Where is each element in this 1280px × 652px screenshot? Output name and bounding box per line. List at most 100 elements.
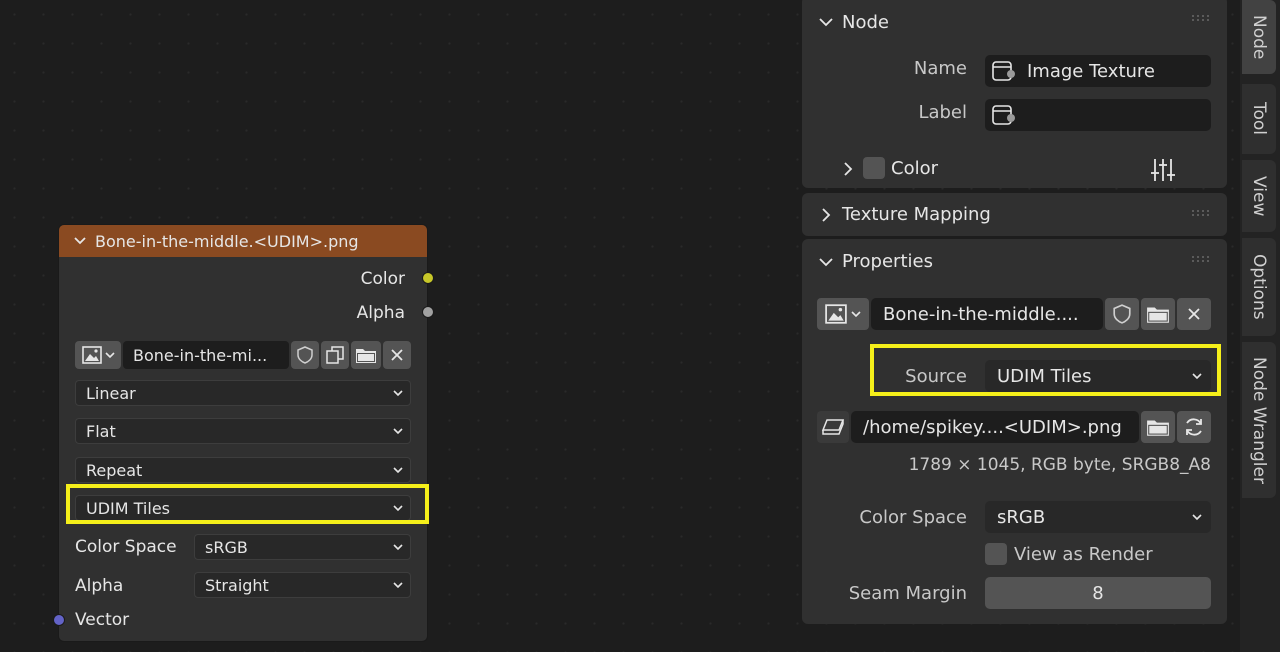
extension-value: Repeat	[86, 460, 143, 480]
sidebar-tabs: Node Tool View Options Node Wrangler	[1240, 0, 1280, 652]
image-browse-button[interactable]	[817, 298, 869, 330]
reload-icon	[1186, 418, 1202, 436]
tab-node-wrangler[interactable]: Node Wrangler	[1242, 342, 1276, 498]
properties-title: Properties	[842, 251, 933, 272]
output-color: Color	[361, 269, 405, 289]
chevron-down-icon	[851, 311, 861, 318]
tab-node-wrangler-label: Node Wrangler	[1249, 356, 1269, 484]
name-field[interactable]: Image Texture	[985, 55, 1211, 87]
drag-grip-icon[interactable]	[1191, 209, 1209, 217]
tab-tool-label: Tool	[1249, 102, 1269, 136]
extension-dropdown[interactable]: Repeat	[75, 457, 411, 483]
fake-user-button[interactable]	[1105, 298, 1139, 330]
tab-options[interactable]: Options	[1242, 238, 1276, 336]
udim-tile-button[interactable]	[817, 411, 849, 443]
chevron-down-icon	[819, 257, 833, 266]
fake-user-button[interactable]	[291, 341, 319, 369]
image-info: 1789 × 1045, RGB byte, SRGB8_A8	[908, 455, 1211, 475]
browse-file-button[interactable]	[1141, 411, 1175, 443]
tab-node[interactable]: Node	[1242, 0, 1276, 74]
alpha-mode-value: Straight	[205, 575, 269, 595]
node-icon	[992, 105, 1015, 125]
color-space-dropdown[interactable]: sRGB	[194, 534, 411, 560]
image-name-field[interactable]: Bone-in-the-middle....	[871, 298, 1103, 330]
color-section-label: Color	[891, 158, 938, 179]
open-image-button[interactable]	[1141, 298, 1175, 330]
alpha-socket[interactable]	[422, 306, 434, 318]
image-name-value: Bone-in-the-mi...	[133, 345, 268, 365]
drag-grip-icon[interactable]	[1191, 14, 1209, 22]
chevron-down-icon	[393, 467, 403, 474]
seam-margin-value: 8	[1092, 582, 1104, 604]
filepath-field[interactable]: /home/spikey....<UDIM>.png	[851, 411, 1139, 443]
color-checkbox[interactable]	[863, 157, 885, 179]
close-icon	[1188, 308, 1200, 320]
chevron-down-icon	[393, 428, 403, 435]
node-source-highlight	[66, 484, 429, 524]
shield-icon	[297, 346, 313, 364]
folder-icon	[1147, 307, 1169, 323]
image-name-field[interactable]: Bone-in-the-mi...	[123, 341, 289, 369]
chevron-right-icon[interactable]	[842, 161, 854, 177]
texture-mapping-panel: Texture Mapping	[802, 193, 1227, 236]
interpolation-dropdown[interactable]: Linear	[75, 380, 411, 406]
seam-margin-field[interactable]: 8	[985, 577, 1211, 609]
unlink-image-button[interactable]	[383, 341, 411, 369]
tab-options-label: Options	[1249, 254, 1269, 320]
unlink-image-button[interactable]	[1177, 298, 1211, 330]
node-panel-header[interactable]: Node	[802, 0, 1227, 42]
interpolation-value: Linear	[86, 383, 136, 403]
alpha-mode-label: Alpha	[75, 576, 124, 596]
view-as-render-label: View as Render	[1014, 544, 1153, 565]
chevron-down-icon	[393, 582, 403, 589]
image-icon	[825, 304, 847, 324]
image-icon	[81, 346, 102, 364]
label-field[interactable]	[985, 99, 1211, 131]
tab-view[interactable]: View	[1242, 160, 1276, 232]
vector-label: Vector	[75, 610, 130, 630]
node-icon	[992, 61, 1015, 81]
texture-mapping-title: Texture Mapping	[842, 204, 991, 225]
node-panel: Node Name Image Texture Label Color	[802, 0, 1227, 188]
output-color-label: Color	[360, 269, 405, 289]
image-selector-row: Bone-in-the-mi...	[75, 341, 411, 369]
reload-button[interactable]	[1177, 411, 1211, 443]
texture-mapping-header[interactable]: Texture Mapping	[802, 193, 1227, 236]
tile-icon	[821, 419, 845, 435]
node-panel-title: Node	[842, 11, 889, 33]
shield-icon	[1113, 304, 1131, 324]
image-name-value: Bone-in-the-middle....	[883, 303, 1079, 325]
color-space-value: sRGB	[997, 506, 1046, 528]
image-texture-node[interactable]: Bone-in-the-middle.<UDIM>.png Color Alph…	[53, 224, 434, 642]
color-space-dropdown[interactable]: sRGB	[985, 501, 1211, 533]
folder-icon	[1147, 420, 1169, 436]
image-browse-button[interactable]	[75, 341, 121, 369]
sliders-icon[interactable]	[1150, 157, 1176, 183]
drag-grip-icon[interactable]	[1191, 255, 1209, 263]
duplicate-icon	[326, 346, 344, 364]
chevron-down-icon	[393, 544, 403, 551]
chevron-right-icon	[822, 207, 831, 222]
properties-header[interactable]: Properties	[802, 239, 1227, 284]
tab-view-label: View	[1249, 175, 1269, 217]
properties-panel: Properties Bone-in-the-middle.... Source…	[802, 239, 1227, 624]
alpha-mode-dropdown[interactable]: Straight	[194, 572, 411, 598]
vector-socket[interactable]	[53, 614, 65, 626]
open-image-button[interactable]	[351, 341, 381, 369]
node-header[interactable]: Bone-in-the-middle.<UDIM>.png	[59, 225, 427, 257]
chevron-down-icon	[1192, 514, 1202, 521]
color-space-label: Color Space	[75, 537, 177, 557]
filepath-value: /home/spikey....<UDIM>.png	[863, 416, 1122, 438]
duplicate-button[interactable]	[321, 341, 349, 369]
tab-tool[interactable]: Tool	[1242, 84, 1276, 154]
output-alpha: Alpha	[357, 303, 405, 323]
name-value: Image Texture	[1027, 60, 1155, 82]
chevron-down-icon[interactable]	[73, 234, 87, 248]
chevron-down-icon	[104, 352, 115, 359]
projection-dropdown[interactable]: Flat	[75, 418, 411, 444]
color-space-value: sRGB	[205, 537, 248, 557]
seam-margin-label: Seam Margin	[848, 583, 967, 604]
folder-icon	[356, 349, 376, 363]
view-as-render-checkbox[interactable]	[985, 543, 1007, 565]
color-socket[interactable]	[422, 272, 434, 284]
